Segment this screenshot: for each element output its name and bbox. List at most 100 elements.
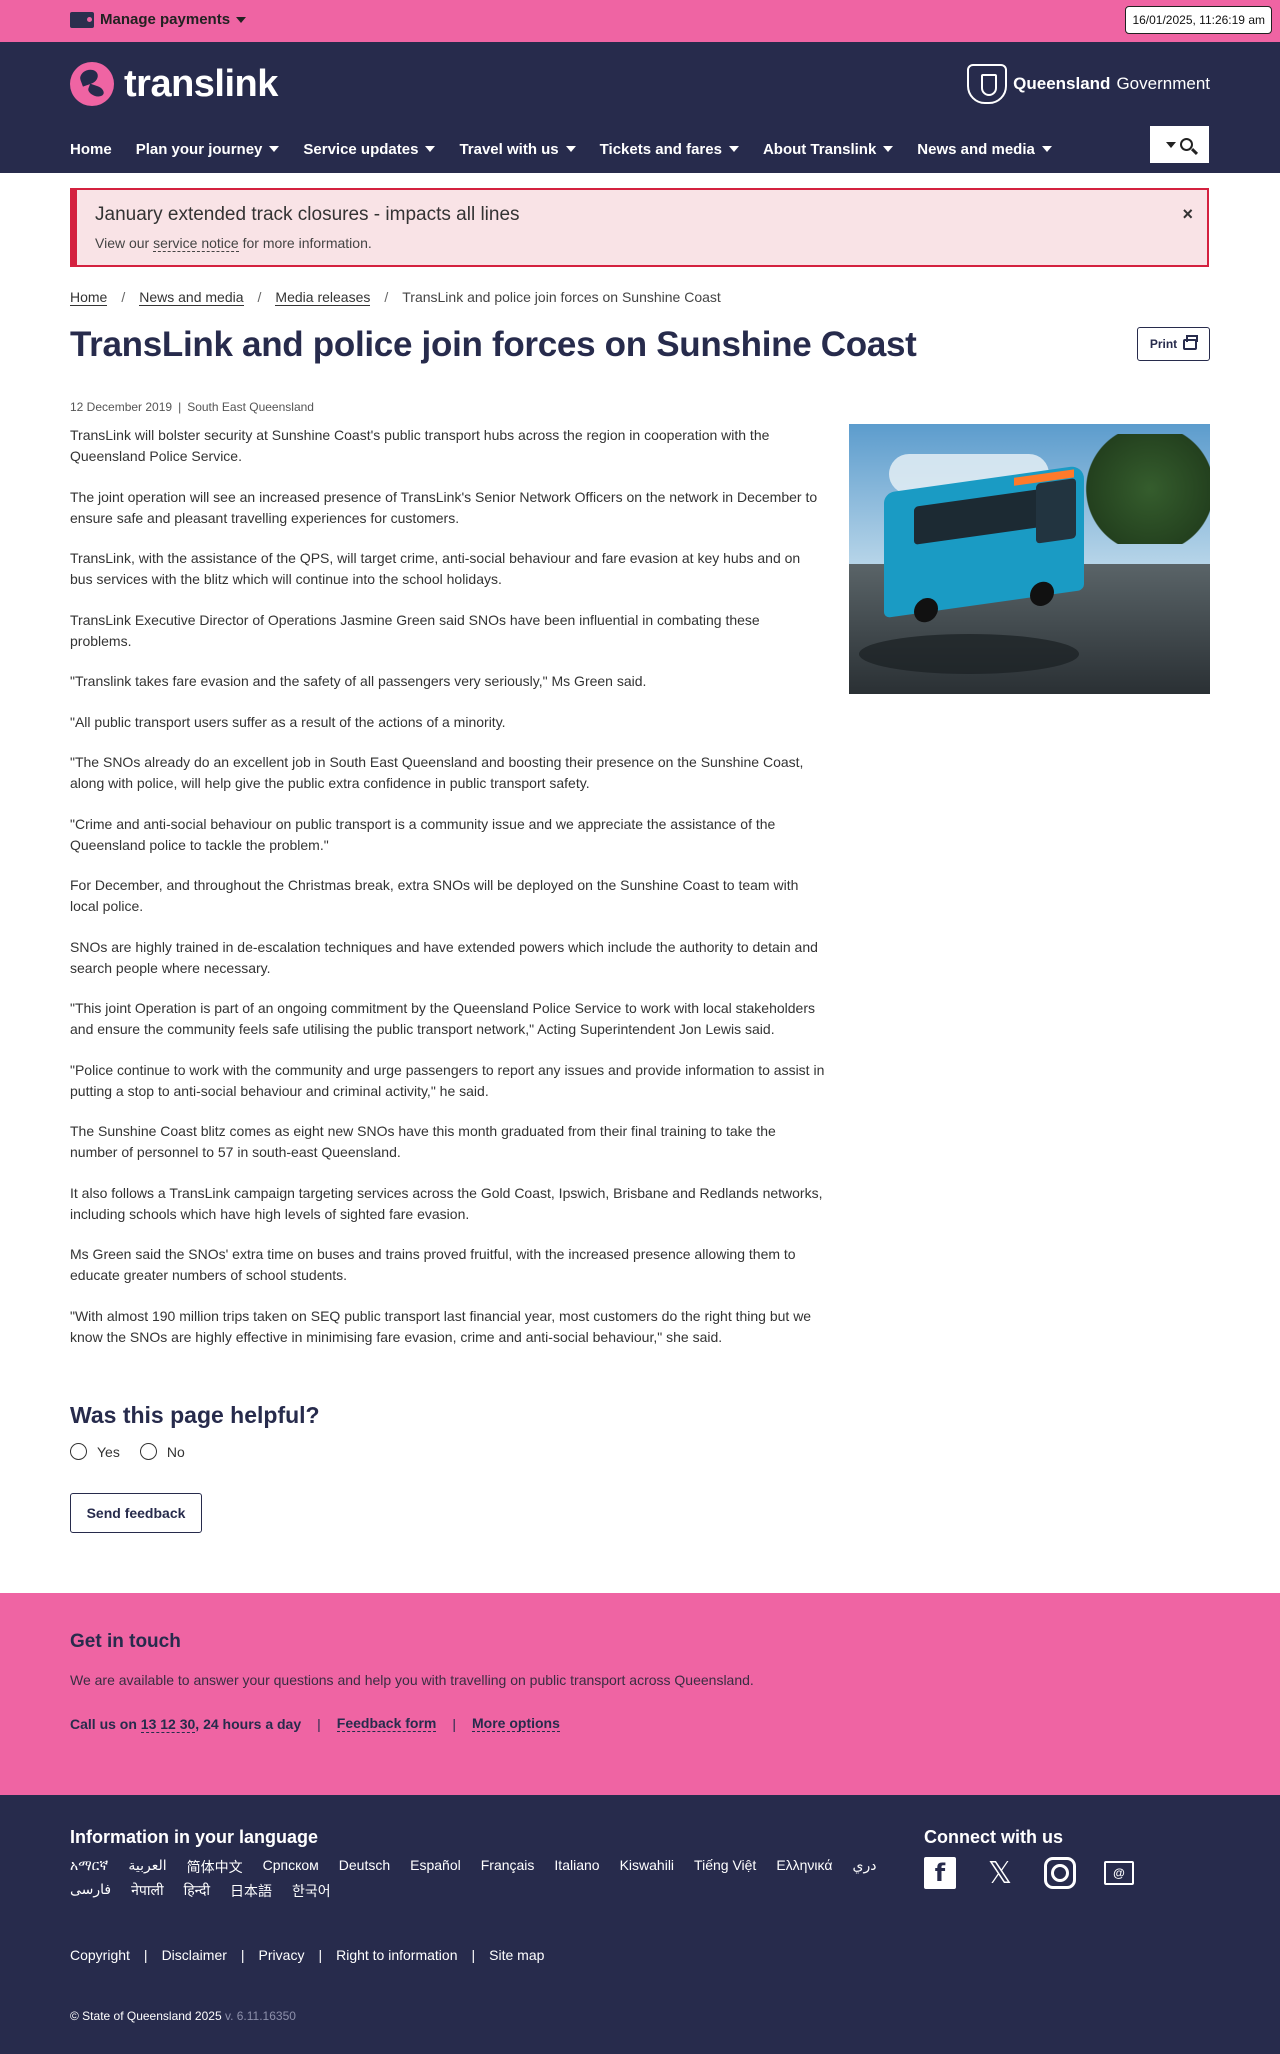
language-link[interactable]: Italiano (554, 1857, 599, 1877)
radio-yes[interactable] (70, 1443, 87, 1460)
breadcrumb-home[interactable]: Home (70, 289, 108, 306)
chevron-down-icon (565, 146, 576, 152)
language-link[interactable]: 日本語 (230, 1881, 272, 1901)
chevron-down-icon (728, 146, 739, 152)
nav-news-and-media[interactable]: News and media (917, 134, 1052, 164)
article-paragraph: TransLink will bolster security at Sunsh… (70, 427, 770, 464)
footer-link-right-to-information[interactable]: Right to information (336, 1947, 457, 1963)
helpful-radio-group: Yes No (70, 1443, 195, 1460)
email-icon[interactable]: @ (1104, 1861, 1134, 1885)
language-link[interactable]: Ελληνικά (776, 1857, 832, 1877)
article-paragraph: The Sunshine Coast blitz comes as eight … (70, 1123, 776, 1160)
language-link[interactable]: دري (852, 1857, 876, 1877)
wallet-icon (70, 11, 94, 28)
language-title: Information in your language (70, 1827, 319, 1847)
nav-service-updates[interactable]: Service updates (303, 134, 436, 164)
nav-label: Service updates (303, 140, 419, 158)
article-paragraph: "Translink takes fare evasion and the sa… (70, 673, 647, 689)
language-link[interactable]: Français (481, 1857, 535, 1877)
send-feedback-button[interactable]: Send feedback (70, 1493, 202, 1533)
language-link[interactable]: नेपाली (131, 1881, 163, 1901)
meta-separator: | (178, 400, 182, 414)
instagram-icon[interactable] (1044, 1857, 1076, 1889)
footer-link-copyright[interactable]: Copyright (70, 1947, 130, 1963)
footer-link-privacy[interactable]: Privacy (259, 1947, 305, 1963)
footer-separator: | (471, 1947, 476, 1963)
language-link[interactable]: हिन्दी (184, 1881, 210, 1901)
article-paragraph: "With almost 190 million trips taken on … (70, 1307, 812, 1345)
article-paragraph: "The SNOs already do an excellent job in… (70, 754, 804, 791)
more-options-link[interactable]: More options (472, 1715, 560, 1732)
language-link[interactable]: Español (410, 1857, 461, 1877)
print-button[interactable]: Print (1137, 327, 1210, 361)
article-paragraph: "This joint Operation is part of an ongo… (70, 1000, 816, 1037)
article-paragraph: Ms Green said the SNOs' extra time on bu… (70, 1246, 796, 1283)
language-link[interactable]: Српском (263, 1857, 319, 1877)
alert-title: January extended track closures - impact… (95, 204, 520, 225)
radio-no[interactable] (139, 1443, 157, 1460)
nav-tickets-and-fares[interactable]: Tickets and fares (600, 134, 739, 164)
copyright-label: © State of Queensland 2025 (70, 2009, 222, 2023)
language-list: አማርኛ العربية 简体中文 Српском Deutsch Españo… (70, 1857, 890, 1901)
nav-about-translink[interactable]: About Translink (762, 134, 894, 164)
language-link[interactable]: አማርኛ (70, 1857, 108, 1877)
crest-icon (967, 64, 1008, 104)
language-link[interactable]: العربية (128, 1857, 166, 1877)
translink-logo[interactable]: translink (70, 62, 278, 106)
footer-separator: | (143, 1947, 148, 1963)
language-link[interactable]: Deutsch (339, 1857, 390, 1877)
datetime-display: 16/01/2025, 11:26:19 am (1125, 6, 1272, 34)
version-label: v. 6.11.16350 (224, 2009, 296, 2023)
footer-link-site-map[interactable]: Site map (489, 1947, 544, 1963)
connect-title: Connect with us (924, 1827, 1063, 1847)
feedback-form-link[interactable]: Feedback form (336, 1715, 437, 1732)
article-paragraph: SNOs are highly trained in de-escalation… (70, 938, 818, 976)
site-footer: Information in your language አማርኛ العربي… (0, 1795, 1280, 2054)
queensland-government-logo[interactable]: Queensland Government (967, 64, 1210, 104)
alert-text: View our service notice for more informa… (95, 235, 372, 252)
language-link[interactable]: Tiếng Việt (694, 1857, 756, 1877)
nav-label: About Translink (762, 140, 877, 158)
footer-link-disclaimer[interactable]: Disclaimer (162, 1947, 227, 1963)
language-link[interactable]: 한국어 (292, 1881, 331, 1901)
phone-link[interactable]: 13 12 30 (140, 1715, 196, 1733)
search-toggle-button[interactable] (1150, 126, 1209, 163)
x-twitter-icon[interactable]: 𝕏 (984, 1856, 1016, 1891)
breadcrumb-separator: / (257, 289, 262, 305)
chevron-down-icon (1041, 146, 1052, 152)
gov-name-rest: Government (1116, 74, 1210, 93)
search-icon (1180, 138, 1193, 151)
article-paragraph: "Police continue to work with the commun… (70, 1061, 825, 1099)
breadcrumb-media-releases[interactable]: Media releases (275, 289, 371, 306)
close-icon[interactable]: × (1182, 204, 1193, 225)
contact-links: Call us on 13 12 30, 24 hours a day | Fe… (70, 1715, 560, 1733)
language-link[interactable]: فارسی (70, 1881, 111, 1901)
manage-payments-label: Manage payments (100, 11, 231, 28)
bus-windscreen (1036, 478, 1076, 544)
call-prefix: Call us on (70, 1715, 141, 1732)
article-photo-bus (849, 424, 1210, 694)
photo-shadow (859, 634, 1079, 674)
language-link[interactable]: 简体中文 (187, 1857, 243, 1877)
facebook-icon[interactable]: f (924, 1857, 956, 1889)
radio-no-label: No (166, 1443, 185, 1460)
nav-plan-your-journey[interactable]: Plan your journey (136, 134, 280, 164)
social-links: f 𝕏 @ (924, 1856, 1134, 1891)
helpful-yes-option[interactable]: Yes (70, 1443, 120, 1460)
nav-home[interactable]: Home (70, 134, 112, 164)
helpful-no-option[interactable]: No (139, 1443, 185, 1460)
chevron-down-icon (883, 146, 894, 152)
language-link[interactable]: Kiswahili (620, 1857, 674, 1877)
radio-yes-label: Yes (97, 1443, 120, 1460)
nav-travel-with-us[interactable]: Travel with us (459, 134, 576, 164)
manage-payments-menu[interactable]: Manage payments (70, 11, 247, 28)
breadcrumb-news-and-media[interactable]: News and media (139, 289, 244, 306)
article-body: TransLink will bolster security at Sunsh… (70, 425, 825, 1367)
chevron-down-icon (425, 146, 436, 152)
breadcrumb-current: TransLink and police join forces on Suns… (402, 289, 721, 305)
breadcrumb-separator: / (384, 289, 389, 305)
nav-label: Plan your journey (135, 140, 263, 158)
article-region: South East Queensland (187, 400, 314, 414)
service-notice-link[interactable]: service notice (153, 235, 239, 252)
get-in-touch-section: Get in touch We are available to answer … (0, 1593, 1280, 1795)
